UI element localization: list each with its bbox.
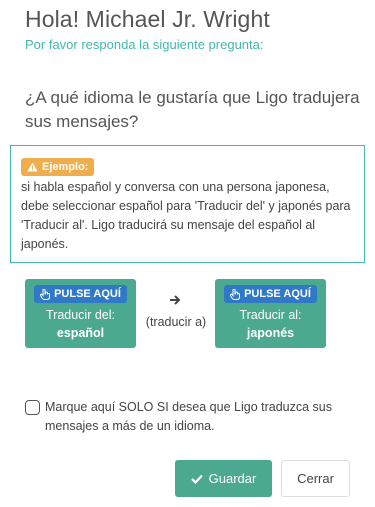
translate-to-value: japonés <box>215 326 326 340</box>
example-badge: Ejemplo: <box>21 158 94 176</box>
check-icon <box>191 474 203 484</box>
close-button-label: Cerrar <box>297 471 334 486</box>
save-button-label: Guardar <box>209 471 257 486</box>
question-text: ¿A qué idioma le gustaría que Ligo tradu… <box>25 86 360 134</box>
pulse-here-label: PULSE AQUÍ <box>54 288 121 300</box>
example-box: Ejemplo: si habla español y conversa con… <box>10 145 365 263</box>
multi-language-checkbox[interactable] <box>25 400 40 415</box>
pulse-here-label: PULSE AQUÍ <box>244 288 311 300</box>
translate-from-value: español <box>25 326 136 340</box>
header: Hola! Michael Jr. Wright Por favor respo… <box>25 6 270 52</box>
multi-language-option: Marque aquí SOLO SI desea que Ligo tradu… <box>25 398 360 436</box>
translate-to-connector: (traducir a) <box>136 315 216 329</box>
hand-pointer-icon <box>230 289 240 300</box>
hand-pointer-icon <box>40 289 50 300</box>
translate-from-button[interactable]: PULSE AQUÍ Traducir del: español <box>25 279 136 348</box>
translate-to-button[interactable]: PULSE AQUÍ Traducir al: japonés <box>215 279 326 348</box>
translate-from-label: Traducir del: <box>25 308 136 322</box>
arrow-right-icon <box>160 294 190 306</box>
translate-to-label: Traducir al: <box>215 308 326 322</box>
warning-icon <box>27 162 38 172</box>
instruction-subtitle: Por favor responda la siguiente pregunta… <box>25 37 270 52</box>
pulse-here-badge: PULSE AQUÍ <box>224 285 317 303</box>
example-badge-label: Ejemplo: <box>42 161 88 173</box>
pulse-here-badge: PULSE AQUÍ <box>34 285 127 303</box>
save-button[interactable]: Guardar <box>175 460 272 497</box>
greeting-title: Hola! Michael Jr. Wright <box>25 6 270 33</box>
multi-language-label[interactable]: Marque aquí SOLO SI desea que Ligo tradu… <box>45 398 360 436</box>
example-text: si habla español y conversa con una pers… <box>21 178 354 254</box>
close-button[interactable]: Cerrar <box>281 460 350 497</box>
